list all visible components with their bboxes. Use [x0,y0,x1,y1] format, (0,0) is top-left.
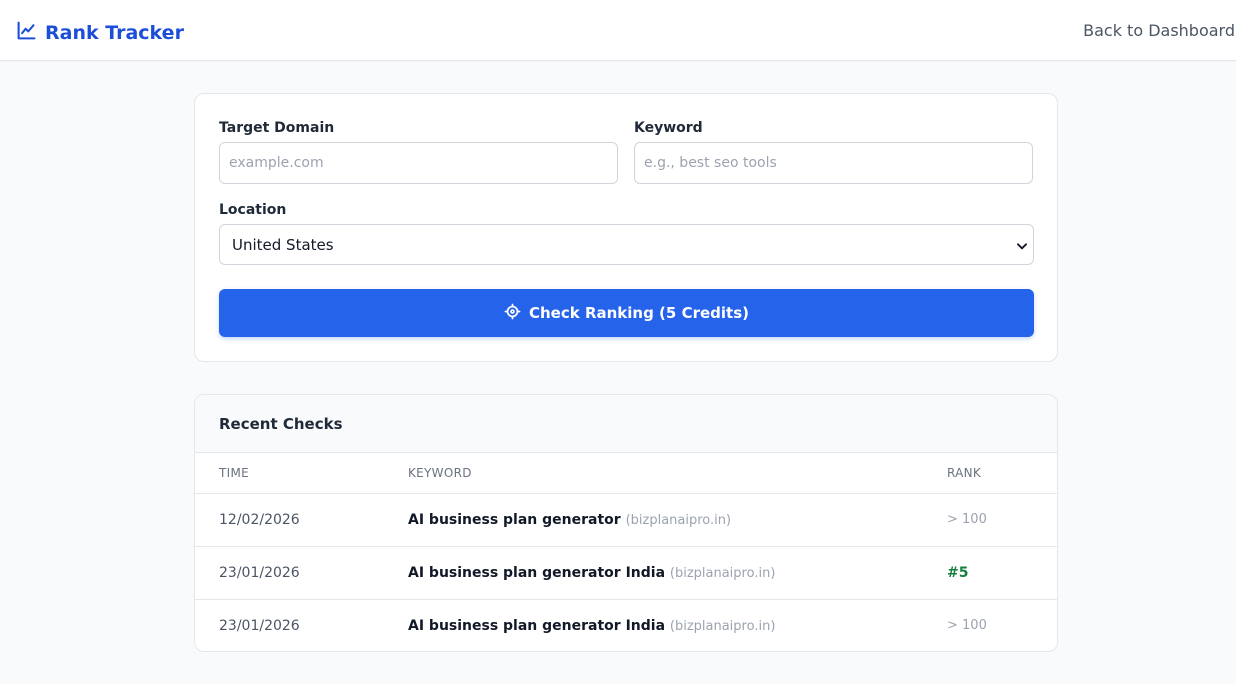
top-navbar: Rank Tracker Back to Dashboard [0,0,1236,61]
recent-checks-panel: Recent Checks TIME KEYWORD RANK 12/02/20… [194,394,1058,652]
table-row[interactable]: 23/01/2026 AI business plan generator In… [195,547,1057,600]
row-time: 23/01/2026 [219,618,300,634]
location-select[interactable]: United States [219,224,1034,265]
recent-checks-title: Recent Checks [219,415,343,433]
chart-line-icon [16,20,37,46]
row-keyword: AI business plan generator India (bizpla… [408,565,775,581]
location-label: Location [219,202,287,218]
row-domain: (bizplanaipro.in) [625,513,732,528]
row-domain: (bizplanaipro.in) [669,619,776,634]
check-ranking-label: Check Ranking (5 Credits) [529,304,749,322]
row-keyword: AI business plan generator (bizplanaipro… [408,512,731,528]
back-to-dashboard-link[interactable]: Back to Dashboard [1083,21,1235,40]
row-rank: > 100 [947,618,987,633]
row-time: 12/02/2026 [219,512,300,528]
table-row[interactable]: 12/02/2026 AI business plan generator (b… [195,494,1057,547]
row-rank: > 100 [947,512,987,527]
keyword-label: Keyword [634,120,703,136]
row-keyword-text: AI business plan generator [408,512,621,528]
row-keyword-text: AI business plan generator India [408,618,666,634]
target-domain-label: Target Domain [219,120,335,136]
crosshair-icon [504,303,521,324]
rank-check-form: Target Domain Keyword Location United St… [194,93,1058,362]
target-domain-input[interactable] [219,142,618,184]
column-header-keyword: KEYWORD [408,466,472,480]
row-rank: #5 [947,565,969,581]
row-time: 23/01/2026 [219,565,300,581]
table-row[interactable]: 23/01/2026 AI business plan generator In… [195,600,1057,651]
check-ranking-button[interactable]: Check Ranking (5 Credits) [219,289,1034,337]
recent-checks-header: Recent Checks [195,395,1057,453]
row-keyword: AI business plan generator India (bizpla… [408,618,775,634]
keyword-input[interactable] [634,142,1033,184]
table-header: TIME KEYWORD RANK [195,453,1057,494]
column-header-rank: RANK [947,466,982,480]
row-domain: (bizplanaipro.in) [669,566,776,581]
brand[interactable]: Rank Tracker [16,20,184,46]
location-select-value: United States [232,236,334,254]
chevron-down-icon [1015,238,1029,252]
brand-title: Rank Tracker [45,22,184,44]
column-header-time: TIME [219,466,250,480]
row-keyword-text: AI business plan generator India [408,565,666,581]
